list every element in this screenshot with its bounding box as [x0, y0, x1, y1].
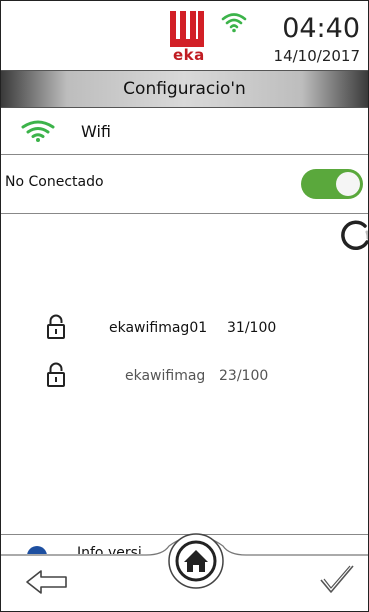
connection-row: No Conectado — [1, 155, 368, 214]
home-icon[interactable] — [167, 532, 225, 590]
toggle-knob — [336, 172, 360, 196]
bottom-nav — [1, 533, 368, 611]
status-header: eka 04:40 14/10/2017 — [1, 1, 368, 69]
network-item[interactable]: ekawifimag 23/100 — [1, 362, 368, 392]
lock-icon — [47, 362, 65, 387]
connection-status: No Conectado — [5, 174, 104, 190]
arrow-left-icon[interactable] — [25, 568, 69, 596]
wifi-section-header: Wifi — [1, 108, 368, 155]
lock-icon — [47, 314, 65, 339]
brand-name: eka — [173, 46, 205, 64]
wifi-toggle[interactable] — [301, 169, 363, 199]
spinner-icon — [341, 220, 368, 250]
logo-mark — [170, 11, 204, 47]
clock-time: 04:40 — [282, 13, 360, 44]
clock-date: 14/10/2017 — [273, 47, 360, 65]
network-signal: 23/100 — [219, 368, 269, 384]
wifi-icon — [21, 120, 55, 142]
device-screen: eka 04:40 14/10/2017 Configuracio'n Wifi… — [0, 0, 369, 612]
network-signal: 31/100 — [227, 320, 277, 336]
brand-logo: eka — [170, 11, 206, 64]
network-ssid: ekawifimag01 — [109, 320, 208, 336]
network-item[interactable]: ekawifimag01 31/100 — [1, 314, 368, 344]
page-title: Configuracio'n — [1, 70, 368, 108]
checkmark-icon[interactable] — [319, 564, 355, 596]
wifi-section-label: Wifi — [81, 122, 111, 141]
wifi-icon — [221, 13, 247, 33]
network-list: ekawifimag01 31/100 ekawifimag 23/100 — [1, 214, 368, 534]
network-ssid: ekawifimag — [125, 368, 206, 384]
